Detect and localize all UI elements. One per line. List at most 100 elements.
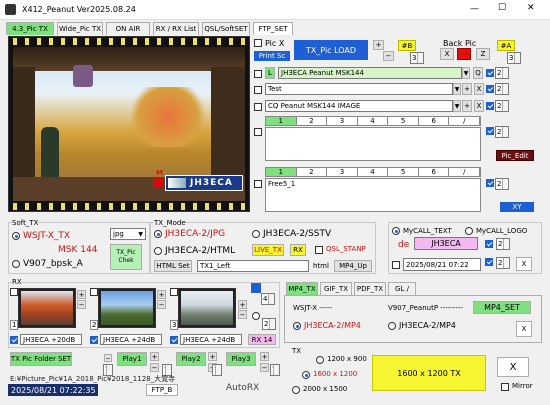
mycall-text-radio[interactable]	[392, 227, 400, 235]
tab-pdf-tx[interactable]: PDF_TX	[354, 282, 386, 295]
play3-plus-button[interactable]: +	[260, 352, 269, 361]
rx-thumb2-plus[interactable]: +	[157, 290, 166, 299]
back-pic-x-button[interactable]: X	[440, 48, 454, 60]
free-text-spinner[interactable]: 2	[495, 178, 509, 190]
size-2000-radio[interactable]	[292, 386, 300, 394]
line3-plus-button[interactable]: +	[462, 100, 472, 112]
rx-thumb2-minus[interactable]: −	[157, 300, 166, 309]
textarea-spinner[interactable]: 2	[495, 126, 509, 138]
datetime-enable-checkbox[interactable]	[485, 258, 493, 266]
tab-mp4-tx[interactable]: MP4_TX	[286, 282, 318, 295]
ruler-top-1[interactable]: 1	[266, 117, 297, 125]
ruler-bottom[interactable]: 1 2 3 4 5 6 /	[265, 167, 481, 177]
qsl-stamp-checkbox[interactable]	[315, 246, 323, 254]
line2-plus-button[interactable]: +	[462, 83, 472, 95]
rx-thumb1-label-checkbox[interactable]	[10, 336, 18, 344]
pic-chek-button[interactable]: TX_Pic Chek	[110, 244, 142, 270]
ruler-top-3[interactable]: 3	[327, 117, 358, 125]
line1-enable-checkbox[interactable]	[486, 69, 494, 77]
minimize-button[interactable]: —	[470, 4, 479, 14]
tx-pic-load-button[interactable]: TX_Pic LOAD	[294, 40, 368, 60]
line3-spinner[interactable]: 2	[495, 100, 509, 112]
line2-x-button[interactable]: X	[474, 83, 484, 95]
mp4-set-button[interactable]: MP4_SET	[473, 301, 531, 314]
wsjtx-tx-radio[interactable]	[12, 232, 20, 240]
mycall-spinner[interactable]: 2	[496, 238, 510, 250]
rx-thumb1-label[interactable]: JH3ECA +20dB	[20, 334, 82, 345]
ruler-bottom-6[interactable]: 6	[419, 168, 450, 176]
ruler-bottom-2[interactable]: 2	[297, 168, 328, 176]
play1-button[interactable]: Play1	[117, 352, 147, 366]
back-pic-z-button[interactable]: Z	[476, 48, 490, 60]
b-value-spinner[interactable]: 3	[410, 52, 424, 64]
tx-size-x-button[interactable]: X	[497, 357, 529, 377]
rx-thumb1[interactable]	[18, 288, 76, 328]
pic-edit-button[interactable]: Pic_Edit	[496, 150, 534, 161]
rx-thumb3-label[interactable]: JH3ECA +24dB	[180, 334, 242, 345]
play4-spinner[interactable]: 7	[270, 364, 280, 376]
rx-counter-spinner[interactable]: 4	[261, 293, 275, 305]
tab-gif-tx[interactable]: GIF_TX	[320, 282, 352, 295]
tab-ftp-set[interactable]: FTP_SET	[253, 22, 293, 35]
line2-dropdown[interactable]: ▼	[453, 83, 461, 95]
play2-button[interactable]: Play2	[176, 352, 206, 366]
mirror-checkbox[interactable]	[501, 383, 509, 391]
free-textarea[interactable]	[265, 127, 481, 161]
play3-button[interactable]: Play3	[226, 352, 256, 366]
live-tx-button[interactable]: LIVE_TX	[252, 244, 284, 256]
close-button[interactable]: ✕	[527, 3, 535, 13]
html-set-button[interactable]: HTML Set	[154, 260, 192, 272]
datetime-input[interactable]: 2025/08/21 07:22	[403, 258, 481, 271]
line2-enable-checkbox[interactable]	[486, 85, 494, 93]
size-1200-radio[interactable]	[316, 356, 324, 364]
mycall-logo-radio[interactable]	[465, 227, 473, 235]
play2-minus-button[interactable]: −	[150, 363, 159, 372]
line3-input[interactable]: CQ Peanut MSK144 IMAGE	[265, 100, 453, 112]
mycall-x-button[interactable]: X	[516, 257, 532, 271]
rx-thumb3-label-checkbox[interactable]	[170, 336, 178, 344]
rx-thumb2[interactable]	[98, 288, 156, 328]
rx-thumb3[interactable]	[178, 288, 236, 328]
play3b-minus-button[interactable]: −	[260, 363, 269, 372]
rx-color-button[interactable]	[251, 283, 261, 293]
play3-spinner[interactable]: 7	[212, 364, 222, 376]
rx-thumb2-checkbox[interactable]	[90, 288, 98, 296]
pic-x-checkbox[interactable]	[254, 39, 262, 47]
ruler-top[interactable]: 1 2 3 4 5 6 /	[265, 116, 481, 126]
rx14-button[interactable]: RX 14	[248, 334, 276, 345]
line2-spinner[interactable]: 2	[495, 83, 509, 95]
ruler-top-4[interactable]: 4	[358, 117, 389, 125]
size-1600-radio[interactable]	[302, 371, 310, 379]
ruler-bottom-5[interactable]: 5	[388, 168, 419, 176]
ruler-top-5[interactable]: 5	[388, 117, 419, 125]
tab-on-air[interactable]: ON AIR	[106, 22, 150, 35]
textarea-enable-checkbox[interactable]	[486, 127, 494, 135]
datetime-checkbox[interactable]	[392, 261, 400, 269]
rx-thumb1-plus[interactable]: +	[77, 290, 86, 299]
line1-badge[interactable]: L	[265, 67, 275, 79]
html-file-input[interactable]: TX1_Left	[197, 260, 309, 272]
rx-thumb3-plus[interactable]: +	[238, 300, 247, 309]
mp4-opt1-radio[interactable]	[293, 322, 301, 330]
free-text-area[interactable]: Free5_1	[265, 178, 481, 212]
play2-plus-button[interactable]: +	[208, 352, 217, 361]
mycall-enable-checkbox[interactable]	[485, 240, 493, 248]
line2-input[interactable]: Test	[265, 83, 453, 95]
rx-thumb3-minus[interactable]: −	[238, 310, 247, 319]
ruler-bottom-slash[interactable]: /	[449, 168, 481, 176]
datetime-spinner[interactable]: 2	[496, 257, 510, 269]
mode-html-radio[interactable]	[154, 247, 162, 255]
tx-size-display[interactable]: 1600 x 1200 TX	[372, 355, 486, 391]
ruler-bottom-1[interactable]: 1	[266, 168, 297, 176]
free-text-checkbox[interactable]	[254, 180, 262, 188]
line1-q-button[interactable]: Q	[473, 67, 483, 79]
print-sc-button[interactable]: Print Sc	[254, 51, 290, 61]
ftp-b-button[interactable]: FTP_B	[146, 384, 178, 396]
tab-gl[interactable]: GL /	[388, 282, 416, 295]
free-text-enable-checkbox[interactable]	[486, 179, 494, 187]
rx-counter2-spinner[interactable]: 2	[262, 318, 276, 330]
ruler-bottom-4[interactable]: 4	[358, 168, 389, 176]
v907-radio[interactable]	[12, 260, 20, 268]
line1-input[interactable]: JH3ECA Peanut MSK144	[278, 67, 462, 79]
back-pic-color-button[interactable]	[457, 48, 471, 60]
